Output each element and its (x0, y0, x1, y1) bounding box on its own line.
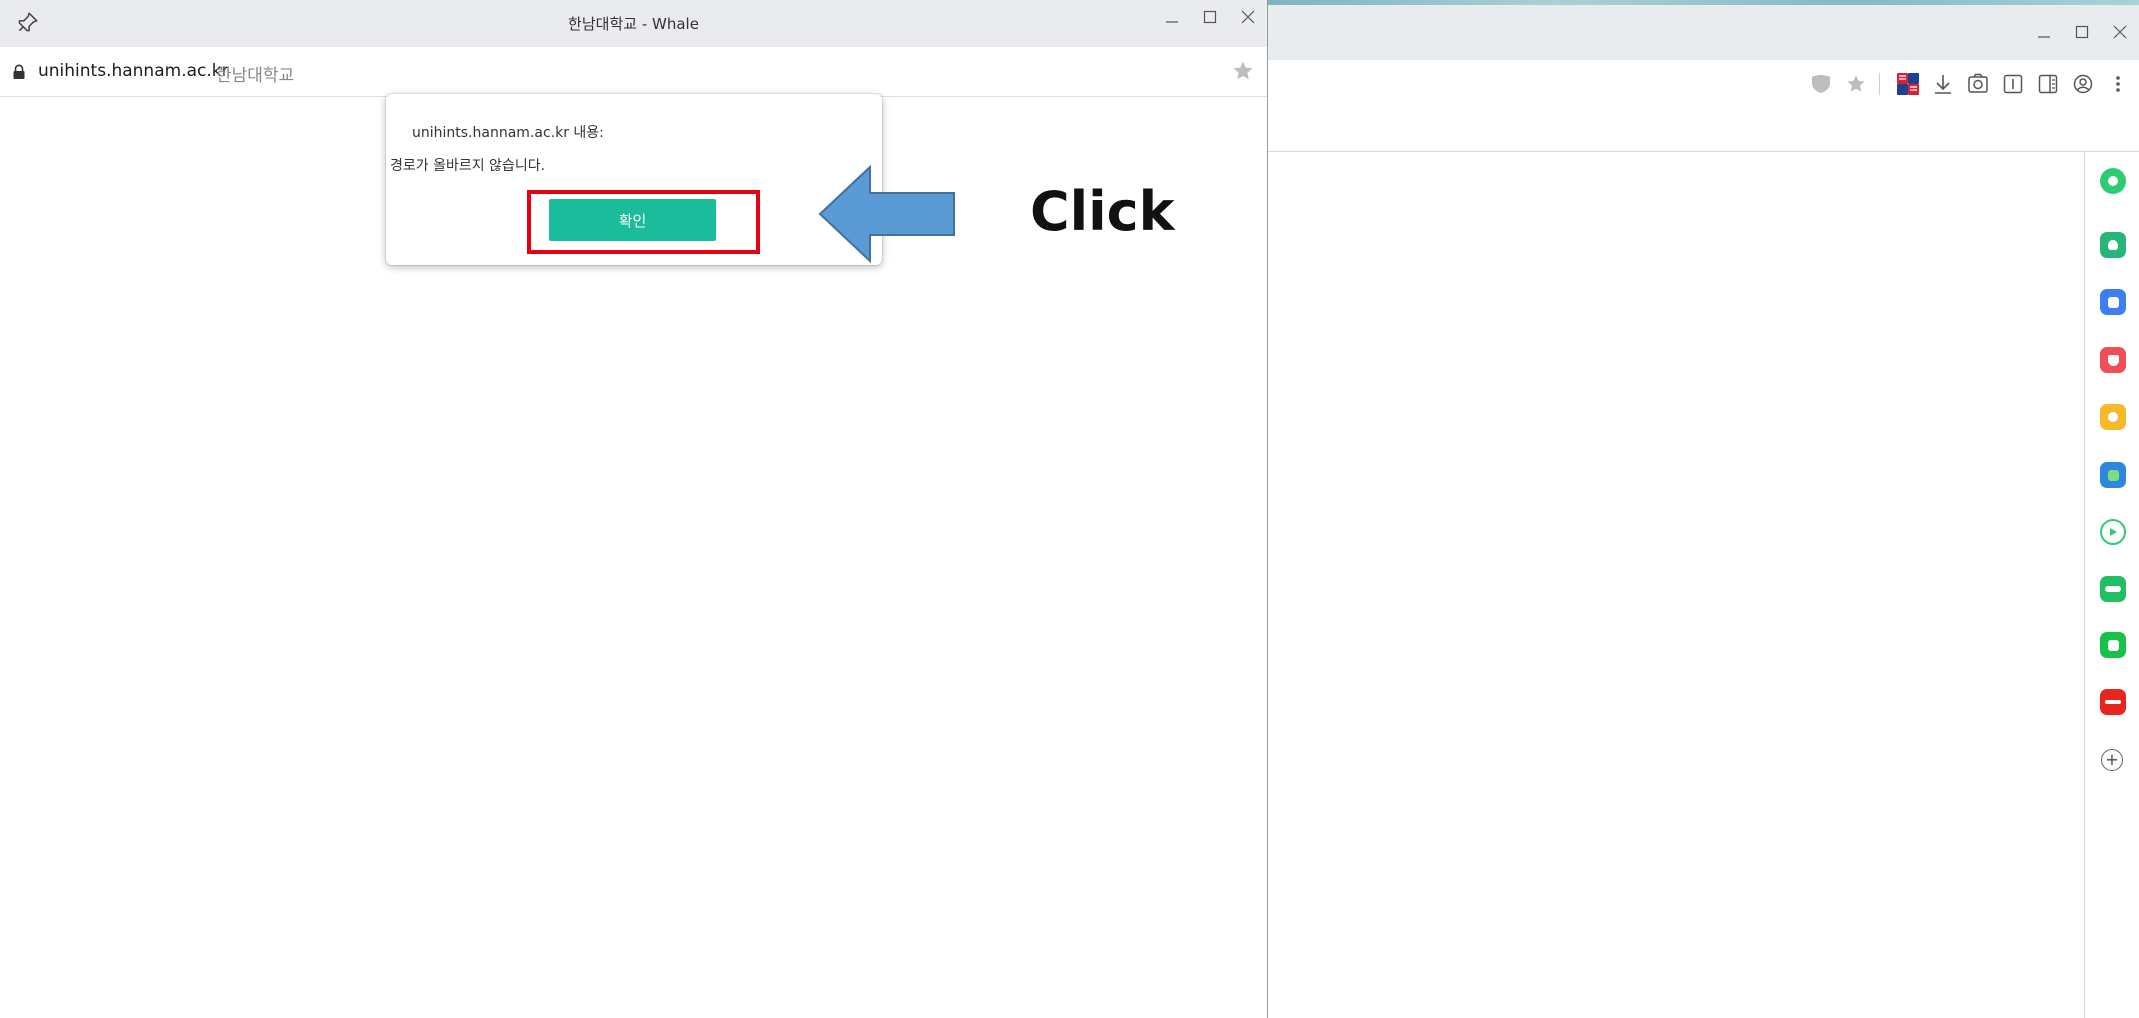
add-app-icon[interactable]: + (2101, 749, 2123, 771)
more-menu-icon[interactable] (2103, 70, 2133, 98)
main-close-button[interactable] (2101, 17, 2139, 47)
popup-titlebar: 한남대학교 - Whale (0, 0, 1267, 47)
translate-icon[interactable] (1893, 70, 1923, 98)
click-annotation-label: Click (1030, 180, 1175, 243)
url-page-title: 한남대학교 (216, 66, 295, 86)
maximize-icon (1203, 10, 1217, 24)
highlight-box (527, 190, 760, 254)
maximize-button[interactable] (1191, 0, 1229, 34)
close-icon (1241, 10, 1255, 24)
toolbar-separator (1879, 73, 1880, 95)
download-icon[interactable] (1928, 70, 1958, 98)
address-bar[interactable]: unihints.hannam.ac.kr 한남대학교 (0, 47, 1267, 97)
account-icon[interactable] (2068, 70, 2098, 98)
shield-icon[interactable] (1806, 70, 1836, 98)
left-arrow-annotation (818, 165, 955, 263)
bookmarks-bar (1268, 108, 2139, 152)
lock-icon (13, 64, 25, 79)
star-icon[interactable] (1841, 70, 1871, 98)
translate-app-icon[interactable] (2100, 462, 2126, 488)
sidebar-toggle-icon[interactable] (2033, 70, 2063, 98)
main-window-controls (2025, 17, 2139, 47)
toolbar-icons (1801, 70, 2133, 98)
bookmark-star-icon[interactable] (1231, 59, 1255, 83)
reader-icon[interactable] (1998, 70, 2028, 98)
popup-window-title: 한남대학교 - Whale (568, 15, 699, 33)
media-play-app-icon[interactable] (2100, 519, 2126, 545)
minimize-button[interactable] (1153, 0, 1191, 34)
main-browser-window: + (1268, 0, 2139, 1018)
dialog-message: 경로가 올바르지 않습니다. (390, 158, 546, 174)
chat-app-icon[interactable] (2100, 632, 2126, 658)
side-panel: + (2084, 152, 2139, 1018)
main-toolbar (1268, 60, 2139, 108)
minimize-icon (2038, 36, 2050, 38)
main-minimize-button[interactable] (2025, 17, 2063, 47)
calendar-app-icon[interactable] (2100, 289, 2126, 315)
dialog-origin: unihints.hannam.ac.kr 내용: (412, 125, 604, 141)
close-button[interactable] (1229, 0, 1267, 34)
maximize-icon (2075, 25, 2089, 39)
minimize-icon (1166, 21, 1178, 23)
mom-app-icon[interactable] (2100, 689, 2126, 715)
popup-window: 한남대학교 - Whale unihints.hannam.ac.kr 한남대학… (0, 0, 1268, 1018)
favorites-app-icon[interactable] (2100, 404, 2126, 430)
green-circle-app-icon[interactable] (2100, 168, 2126, 194)
popup-window-controls (1153, 0, 1267, 47)
notification-app-icon[interactable] (2100, 232, 2126, 258)
pocket-app-icon[interactable] (2100, 347, 2126, 373)
main-maximize-button[interactable] (2063, 17, 2101, 47)
capture-icon[interactable] (1963, 70, 1993, 98)
webtoon-app-icon[interactable] (2100, 576, 2126, 602)
main-titlebar (1268, 5, 2139, 60)
close-icon (2113, 25, 2127, 39)
url-host: unihints.hannam.ac.kr (38, 61, 229, 81)
